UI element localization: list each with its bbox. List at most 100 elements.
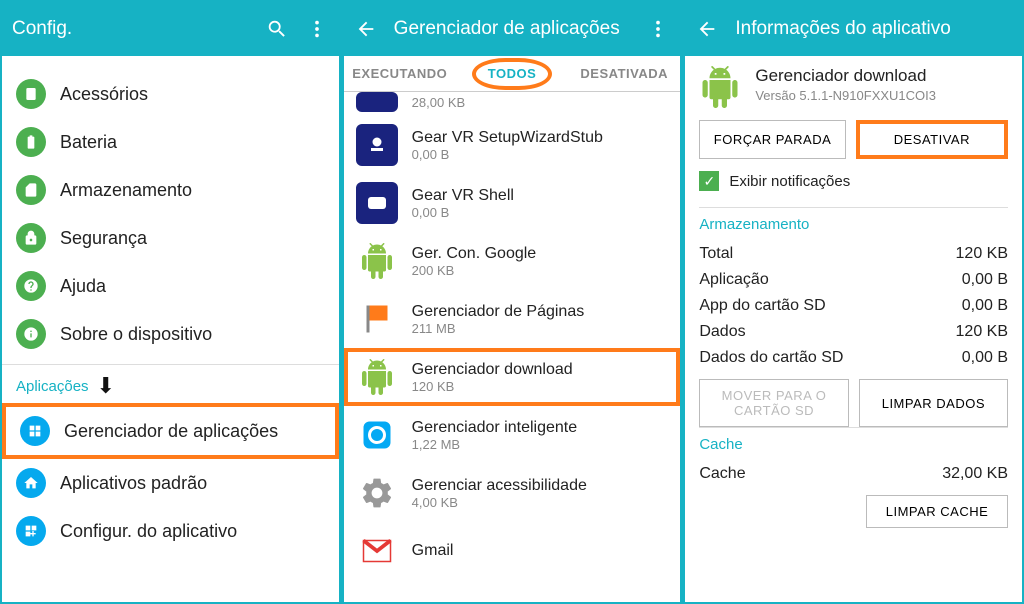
settings-list: Acessórios Bateria Armazenamento Seguran… xyxy=(2,56,339,602)
app-size: 4,00 KB xyxy=(412,495,587,510)
highlight-circle xyxy=(472,58,552,90)
disable-button[interactable]: DESATIVAR xyxy=(856,120,1008,159)
force-stop-button[interactable]: FORÇAR PARADA xyxy=(699,120,845,159)
data-row: Total120 KB xyxy=(699,241,1008,267)
page-title: Informações do aplicativo xyxy=(735,18,1012,40)
settings-label: Aplicativos padrão xyxy=(60,473,207,494)
app-info: Gear VR SetupWizardStub 0,00 B xyxy=(412,129,603,162)
list-item[interactable]: Gmail xyxy=(344,522,681,580)
app-info: Gmail xyxy=(412,542,454,560)
back-icon[interactable] xyxy=(695,17,719,41)
app-name: Ger. Con. Google xyxy=(412,245,537,263)
button-row: LIMPAR CACHE xyxy=(699,495,1008,528)
data-key: Aplicação xyxy=(699,271,768,289)
android-icon xyxy=(356,240,398,282)
header: Config. xyxy=(2,2,339,56)
more-icon[interactable] xyxy=(305,17,329,41)
app-info: Gerenciador de Páginas 211 MB xyxy=(412,303,585,336)
list-item[interactable]: Gerenciar acessibilidade 4,00 KB xyxy=(344,464,681,522)
app-version: Versão 5.1.1-N910FXXU1COI3 xyxy=(755,88,936,103)
section-title: Aplicações xyxy=(16,378,89,395)
accessories-icon xyxy=(16,79,46,109)
list-item[interactable]: Ger. Con. Google 200 KB xyxy=(344,232,681,290)
settings-item-ajuda[interactable]: Ajuda xyxy=(2,262,339,310)
app-size: 0,00 B xyxy=(412,147,603,162)
tabs: EXECUTANDO TODOS DESATIVADA xyxy=(344,56,681,92)
app-info-content: Gerenciador download Versão 5.1.1-N910FX… xyxy=(685,56,1022,602)
app-info: Ger. Con. Google 200 KB xyxy=(412,245,537,278)
clear-cache-button[interactable]: LIMPAR CACHE xyxy=(866,495,1008,528)
home-icon xyxy=(16,468,46,498)
list-item[interactable]: Gear VR SetupWizardStub 0,00 B xyxy=(344,116,681,174)
data-row: Cache32,00 KB xyxy=(699,461,1008,487)
tab-desativada[interactable]: DESATIVADA xyxy=(568,56,680,91)
list-item-gerenciador-download[interactable]: Gerenciador download 120 KB xyxy=(344,348,681,406)
settings-label: Gerenciador de aplicações xyxy=(64,421,278,442)
settings-item-bateria[interactable]: Bateria xyxy=(2,118,339,166)
list-item[interactable]: Gear VR Shell 0,00 B xyxy=(344,174,681,232)
gear-vr-shell-icon xyxy=(356,182,398,224)
list-item[interactable]: Gerenciador de Páginas 211 MB xyxy=(344,290,681,348)
settings-item-armazenamento[interactable]: Armazenamento xyxy=(2,166,339,214)
android-icon xyxy=(699,66,741,108)
list-item-partial xyxy=(2,56,339,70)
page-title: Gerenciador de aplicações xyxy=(394,18,631,40)
smart-manager-icon xyxy=(356,414,398,456)
panel-app-manager: Gerenciador de aplicações EXECUTANDO TOD… xyxy=(344,2,681,602)
android-icon xyxy=(356,356,398,398)
section-header-aplicacoes: Aplicações ⬇ xyxy=(2,364,339,403)
list-item[interactable]: Gerenciador inteligente 1,22 MB xyxy=(344,406,681,464)
app-name: Gerenciador inteligente xyxy=(412,419,577,437)
app-name: Gear VR Shell xyxy=(412,187,514,205)
settings-item-configurar-aplicativo[interactable]: Configur. do aplicativo xyxy=(2,507,339,555)
tab-todos[interactable]: TODOS xyxy=(456,56,568,91)
settings-item-seguranca[interactable]: Segurança xyxy=(2,214,339,262)
battery-icon xyxy=(16,127,46,157)
search-icon[interactable] xyxy=(265,17,289,41)
gear-app-icon xyxy=(356,92,398,112)
data-key: Cache xyxy=(699,465,745,483)
settings-label: Bateria xyxy=(60,132,117,153)
settings-label: Segurança xyxy=(60,228,147,249)
data-key: App do cartão SD xyxy=(699,297,825,315)
app-size: 28,00 KB xyxy=(412,95,466,110)
data-key: Dados xyxy=(699,323,745,341)
move-to-sd-button: MOVER PARA O CARTÃO SD xyxy=(699,379,848,427)
settings-item-acessorios[interactable]: Acessórios xyxy=(2,70,339,118)
app-size: 1,22 MB xyxy=(412,437,577,452)
settings-label: Sobre o dispositivo xyxy=(60,324,212,345)
section-storage: Armazenamento xyxy=(699,207,1008,233)
apps-grid-icon xyxy=(20,416,50,446)
data-value: 120 KB xyxy=(956,245,1008,263)
tab-executando[interactable]: EXECUTANDO xyxy=(344,56,456,91)
flag-icon xyxy=(356,298,398,340)
header: Informações do aplicativo xyxy=(685,2,1022,56)
data-row: Dados do cartão SD0,00 B xyxy=(699,345,1008,371)
app-info: Gerenciador download 120 KB xyxy=(412,361,573,394)
settings-item-sobre[interactable]: Sobre o dispositivo xyxy=(2,310,339,358)
app-list: 28,00 KB Gear VR SetupWizardStub 0,00 B … xyxy=(344,92,681,602)
page-title: Config. xyxy=(12,18,249,40)
back-icon[interactable] xyxy=(354,17,378,41)
panel-config: Config. Acessórios Bateria Armazenamento… xyxy=(2,2,339,602)
header: Gerenciador de aplicações xyxy=(344,2,681,56)
clear-data-button[interactable]: LIMPAR DADOS xyxy=(859,379,1008,427)
show-notifications-row[interactable]: ✓ Exibir notificações xyxy=(699,171,1008,191)
list-item-partial[interactable]: 28,00 KB xyxy=(344,92,681,116)
app-size: 0,00 B xyxy=(412,205,514,220)
app-size: 200 KB xyxy=(412,263,537,278)
app-size: 120 KB xyxy=(412,379,573,394)
settings-label: Armazenamento xyxy=(60,180,192,201)
data-row: App do cartão SD0,00 B xyxy=(699,293,1008,319)
settings-item-gerenciador-aplicacoes[interactable]: Gerenciador de aplicações xyxy=(2,403,339,459)
app-name: Gerenciar acessibilidade xyxy=(412,477,587,495)
arrow-down-icon: ⬇ xyxy=(97,373,115,399)
gear-vr-icon xyxy=(356,124,398,166)
settings-label: Ajuda xyxy=(60,276,106,297)
gear-icon xyxy=(356,472,398,514)
app-header: Gerenciador download Versão 5.1.1-N910FX… xyxy=(699,66,1008,108)
data-row: Aplicação0,00 B xyxy=(699,267,1008,293)
more-icon[interactable] xyxy=(646,17,670,41)
app-size: 211 MB xyxy=(412,321,585,336)
settings-item-aplicativos-padrao[interactable]: Aplicativos padrão xyxy=(2,459,339,507)
